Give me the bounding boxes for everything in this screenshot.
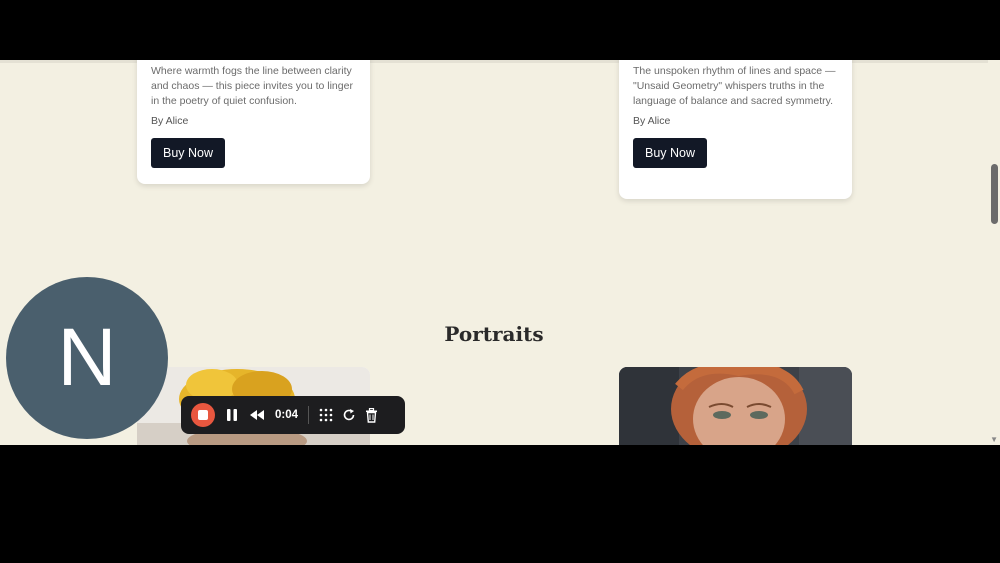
portrait-illustration: [619, 367, 852, 445]
buy-now-button[interactable]: Buy Now: [633, 138, 708, 168]
stop-recording-button[interactable]: [191, 403, 215, 427]
recording-toolbar: 0:04: [181, 396, 405, 434]
trash-icon: [366, 407, 378, 423]
artwork-description: Where warmth fogs the line between clari…: [151, 65, 353, 107]
artwork-author: By Alice: [633, 115, 671, 127]
camera-avatar[interactable]: N: [6, 277, 168, 439]
scroll-down-arrow-icon[interactable]: ▼: [990, 435, 998, 444]
toolbar-divider: [308, 406, 310, 424]
buy-now-button[interactable]: Buy Now: [151, 138, 226, 168]
avatar-initial: N: [57, 312, 117, 403]
pause-button[interactable]: [225, 408, 239, 422]
artwork-description: The unspoken rhythm of lines and space —…: [633, 65, 836, 107]
scrollbar[interactable]: ▼: [988, 60, 1000, 445]
pause-icon: [227, 409, 237, 421]
stop-icon: [198, 410, 208, 420]
artwork-card: Where warmth fogs the line between clari…: [137, 60, 370, 184]
elapsed-time: 0:04: [275, 409, 299, 421]
artwork-author: By Alice: [151, 115, 189, 127]
grid-button[interactable]: [319, 408, 333, 422]
rewind-icon: [250, 410, 264, 420]
rewind-button[interactable]: [249, 409, 265, 421]
delete-button[interactable]: [365, 407, 378, 423]
restart-button[interactable]: [342, 408, 356, 422]
portrait-image[interactable]: [619, 367, 852, 445]
grid-icon: [319, 408, 333, 422]
restart-icon: [343, 409, 355, 421]
artwork-card: The unspoken rhythm of lines and space —…: [619, 60, 852, 199]
scrollbar-thumb[interactable]: [991, 164, 998, 224]
